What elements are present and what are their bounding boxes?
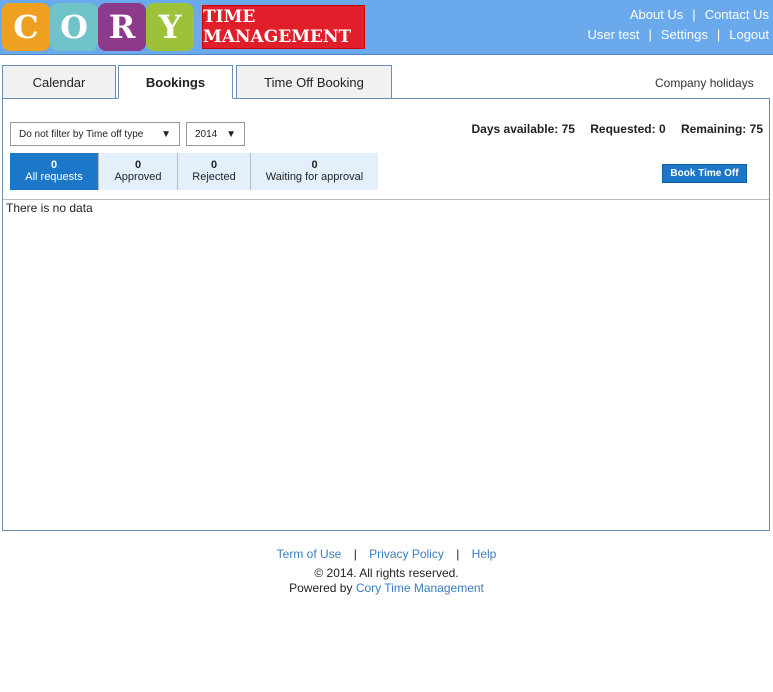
user-link[interactable]: User test (587, 27, 639, 42)
remaining-count: Remaining: 75 (680, 122, 763, 136)
stat-label: Rejected (192, 171, 236, 183)
logout-link[interactable]: Logout (729, 27, 769, 42)
days-available: Days available: 75 (471, 122, 575, 136)
settings-link[interactable]: Settings (661, 27, 708, 42)
tab-calendar[interactable]: Calendar (2, 65, 116, 99)
select-value: Do not filter by Time off type (19, 128, 144, 140)
filter-all-requests[interactable]: 0 All requests (10, 153, 99, 190)
separator: | (456, 547, 460, 561)
about-link[interactable]: About Us (630, 7, 683, 22)
stat-label: Waiting for approval (265, 171, 364, 183)
logo-tagline: TIME MANAGEMENT (202, 5, 365, 49)
year-select[interactable]: 2014 ▼ (186, 122, 245, 146)
book-time-off-button[interactable]: Book Time Off (662, 164, 747, 183)
requested-count: Requested: 0 (590, 122, 666, 136)
logo-letter: R (98, 3, 146, 51)
divider (3, 199, 769, 200)
dropdown-arrow-icon: ▼ (226, 128, 236, 140)
select-value: 2014 (195, 128, 218, 140)
privacy-link[interactable]: Privacy Policy (369, 547, 444, 561)
terms-link[interactable]: Term of Use (277, 547, 342, 561)
stat-count: 0 (134, 159, 142, 171)
separator: | (648, 27, 652, 42)
dropdown-arrow-icon: ▼ (161, 128, 171, 140)
logo-letter: Y (146, 3, 194, 51)
tab-bookings[interactable]: Bookings (118, 65, 233, 99)
tab-time-off-booking[interactable]: Time Off Booking (236, 65, 392, 99)
header: C O R Y TIME MANAGEMENT About Us | Contact… (0, 0, 773, 55)
logo-letter: O (50, 3, 98, 51)
separator: | (716, 27, 721, 42)
time-off-type-select[interactable]: Do not filter by Time off type ▼ (10, 122, 180, 146)
copyright: © 2014. All rights reserved. (314, 566, 459, 580)
logo[interactable]: C O R Y (2, 3, 194, 51)
empty-message: There is no data (6, 201, 93, 215)
contact-link[interactable]: Contact Us (705, 7, 769, 22)
separator: | (353, 547, 357, 561)
logo-letter: C (2, 3, 50, 51)
filter-approved[interactable]: 0 Approved (99, 153, 178, 190)
powered-by: Powered by (289, 581, 353, 595)
filter-rejected[interactable]: 0 Rejected (178, 153, 251, 190)
stat-label: Approved (114, 171, 162, 183)
stat-count: 0 (50, 159, 58, 171)
filter-waiting[interactable]: 0 Waiting for approval (251, 153, 378, 190)
stat-count: 0 (311, 159, 318, 171)
company-link[interactable]: Cory Time Management (356, 581, 484, 595)
separator: | (692, 7, 696, 22)
stat-label: All requests (25, 171, 83, 183)
stat-count: 0 (210, 159, 218, 171)
help-link[interactable]: Help (472, 547, 497, 561)
company-holidays-link[interactable]: Company holidays (655, 76, 754, 90)
